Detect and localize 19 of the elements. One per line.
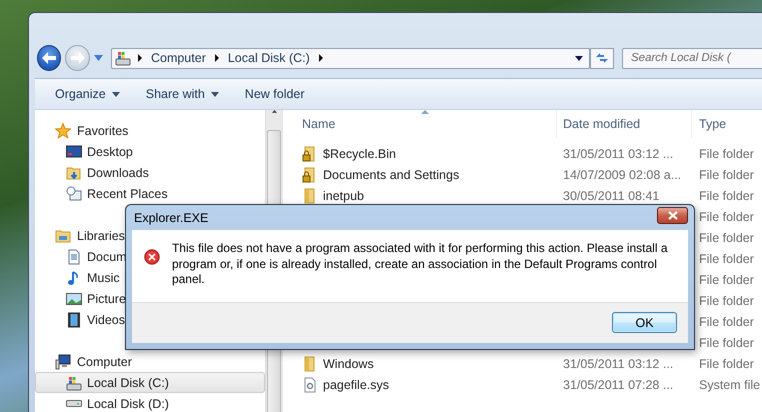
type-text: File folder (699, 210, 754, 224)
type-text: File folder (699, 188, 754, 202)
dialog-title: Explorer.EXE (134, 210, 208, 224)
type-text: System file (699, 378, 760, 392)
type-text: File folder (699, 252, 754, 266)
type-text: File folder (699, 314, 754, 328)
type-text: File folder (699, 230, 754, 244)
date-text: 31/05/2011 03:12 ... (563, 356, 674, 370)
date-text: 31/05/2011 03:12 ... (563, 146, 674, 160)
type-text: File folder (699, 336, 754, 350)
type-text: File folder (699, 356, 754, 370)
date-text: 31/05/2011 07:28 ... (563, 378, 674, 392)
type-text: File folder (699, 168, 754, 182)
date-text: 30/05/2011 08:41 (563, 188, 660, 202)
error-message: This file does not have a program associated with it for performing this action. Please install a program or, if one is already installed, create an association in the Default Programs control panel. (172, 241, 669, 288)
type-text: File folder (699, 272, 754, 286)
type-text: File folder (699, 294, 754, 308)
type-text: File folder (699, 146, 754, 160)
date-text: 14/07/2009 02:08 a... (563, 168, 682, 182)
